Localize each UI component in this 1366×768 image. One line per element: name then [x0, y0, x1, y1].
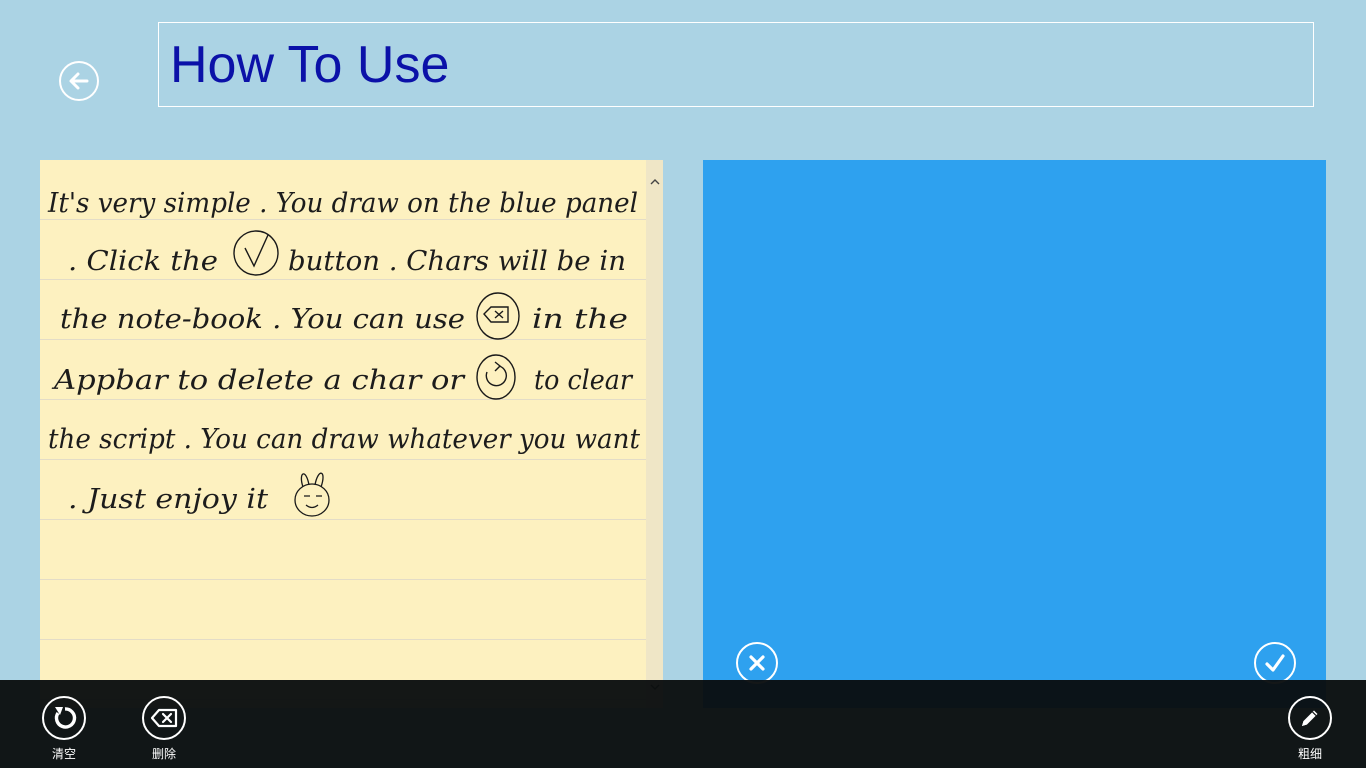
delete-button[interactable]: 删除	[129, 696, 199, 766]
title-field[interactable]: How To Use	[158, 22, 1314, 107]
handwritten-line-4-part-2: to clear	[534, 365, 634, 396]
handwritten-line-2-part-1: . Click the	[68, 246, 218, 277]
hand-backspace-icon	[476, 292, 520, 340]
delete-label: 删除	[151, 747, 176, 761]
confirm-button[interactable]	[1254, 642, 1296, 684]
drawing-panel[interactable]	[703, 160, 1326, 708]
hand-check-icon	[233, 230, 279, 276]
hand-smiley-icon	[294, 472, 330, 517]
notebook-scrollbar[interactable]	[646, 160, 663, 708]
handwritten-line-2-part-2: button . Chars will be in	[288, 246, 626, 277]
appbar-thickness-circle[interactable]	[1288, 696, 1332, 740]
handwritten-script: It's very simple . You draw on the blue …	[47, 188, 640, 517]
handwritten-line-6: . Just enjoy it	[68, 484, 268, 515]
checkmark-icon	[1265, 654, 1285, 672]
handwritten-line-4-part-1: Appbar to delete a char or	[51, 365, 467, 396]
app-window: How To Use It's very simple . You draw o…	[0, 0, 1366, 768]
refresh-icon	[54, 707, 77, 729]
hand-refresh-icon	[476, 354, 516, 400]
app-bar: 清空 删除 粗细	[0, 680, 1366, 768]
handwritten-line-3-part-2: in the	[532, 304, 628, 335]
thickness-button[interactable]: 粗细	[1275, 696, 1345, 766]
pencil-icon	[1302, 710, 1318, 726]
clear-label: 清空	[51, 747, 76, 761]
backspace-icon	[150, 708, 178, 728]
back-arrow-icon	[69, 72, 89, 90]
page-title: How To Use	[170, 36, 450, 94]
notebook[interactable]: It's very simple . You draw on the blue …	[40, 160, 663, 708]
appbar-clear-circle[interactable]	[42, 696, 86, 740]
handwritten-line-5: the script . You can draw whatever you w…	[48, 424, 640, 455]
thickness-label: 粗细	[1297, 747, 1322, 761]
clear-button[interactable]: 清空	[29, 696, 99, 766]
appbar-delete-circle[interactable]	[142, 696, 186, 740]
handwritten-line-1: It's very simple . You draw on the blue …	[47, 188, 638, 219]
cancel-button[interactable]	[736, 642, 778, 684]
close-icon	[749, 655, 765, 671]
handwritten-line-3-part-1: the note-book . You can use	[60, 304, 465, 335]
back-button[interactable]	[59, 61, 99, 101]
scroll-up-icon[interactable]	[646, 174, 663, 188]
